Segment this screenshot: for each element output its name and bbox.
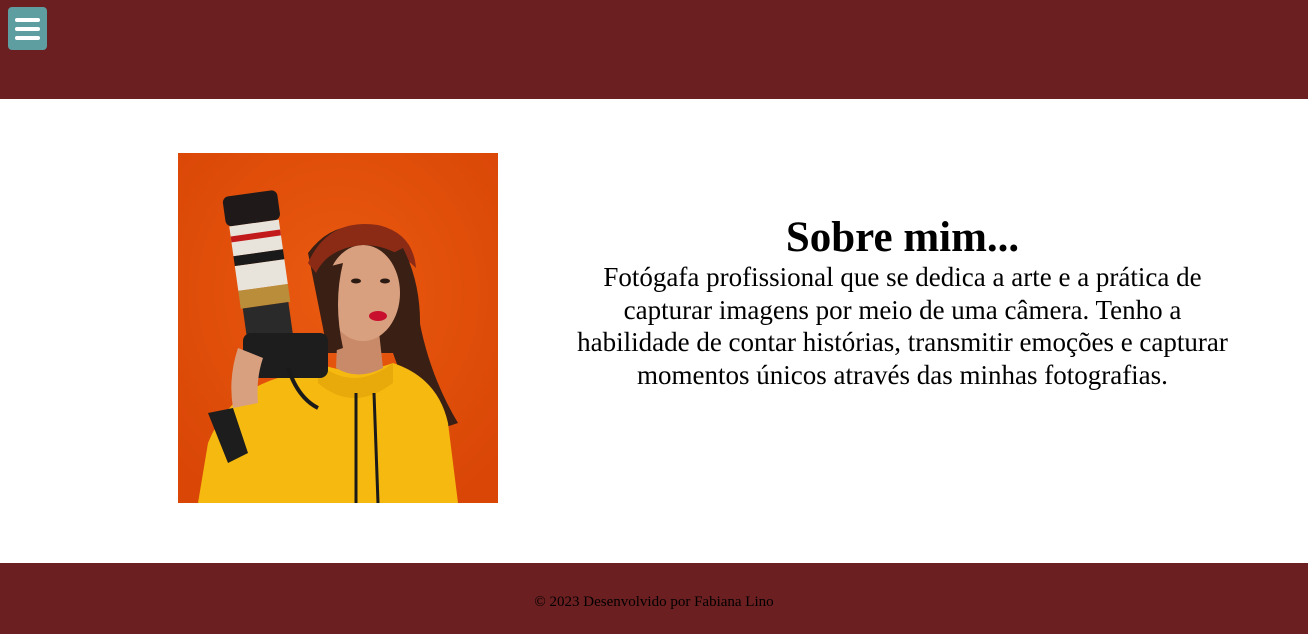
menu-button[interactable]	[8, 7, 47, 50]
menu-bar	[15, 26, 40, 31]
site-footer: © 2023 Desenvolvido por Fabiana Lino	[0, 563, 1308, 634]
profile-photo	[178, 153, 498, 503]
about-section: Sobre mim... Fotógafa profissional que s…	[0, 99, 1308, 563]
site-header	[0, 0, 1308, 99]
menu-bar	[15, 17, 40, 22]
about-description: Fotógafa profissional que se dedica a ar…	[577, 262, 1228, 390]
about-title: Sobre mim...	[785, 214, 1020, 261]
photographer-illustration	[178, 153, 498, 503]
about-content: Sobre mim... Fotógafa profissional que s…	[570, 215, 1235, 391]
copyright-text: © 2023 Desenvolvido por Fabiana Lino	[534, 594, 774, 610]
menu-bar	[15, 35, 40, 40]
